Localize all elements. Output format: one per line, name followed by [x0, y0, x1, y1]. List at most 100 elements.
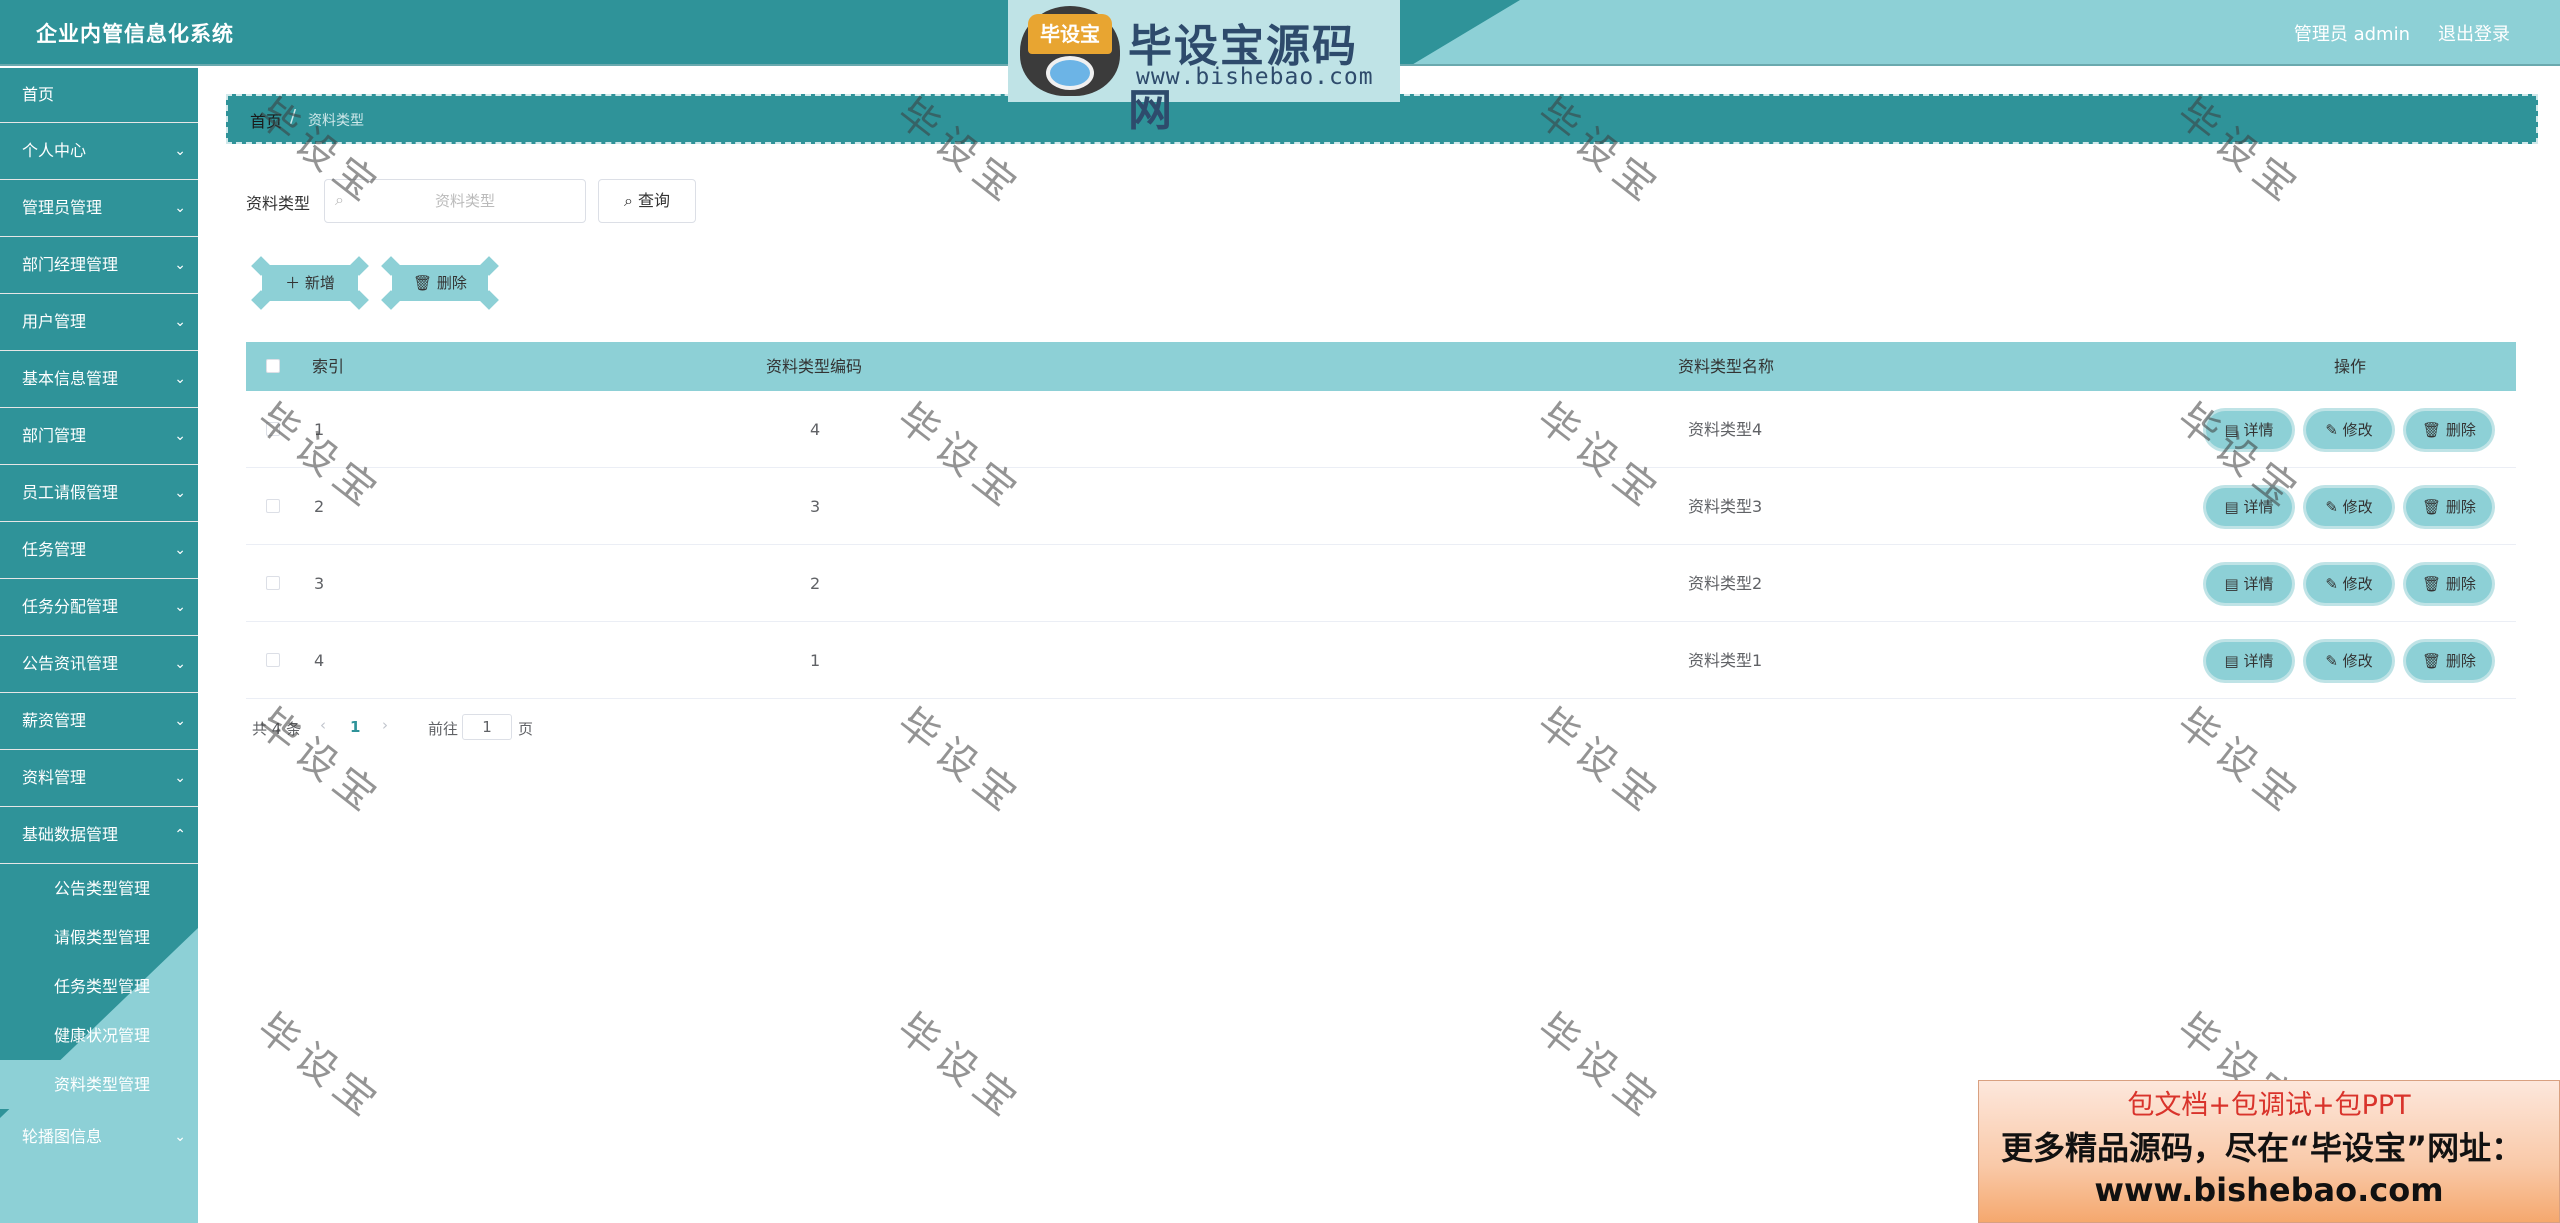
row-checkbox[interactable]: [266, 653, 280, 667]
sidebar-item-label: 基本信息管理: [22, 369, 119, 388]
chevron-down-icon: ⌄: [174, 371, 186, 387]
add-button[interactable]: ＋ 新增: [251, 256, 369, 310]
pagination-page[interactable]: 1: [350, 718, 360, 736]
edit-button[interactable]: ✎ 修改: [2306, 488, 2392, 526]
promo-line-3: www.bishebao.com: [2094, 1171, 2444, 1209]
sidebar-subitem-label: 健康状况管理: [54, 1026, 151, 1045]
chevron-right-icon[interactable]: ›: [382, 716, 388, 734]
edit-icon: ✎: [2325, 498, 2338, 516]
detail-label: 详情: [2243, 575, 2274, 593]
sidebar-item-document[interactable]: 资料管理 ⌄: [0, 750, 198, 807]
delete-label: 删除: [2445, 575, 2476, 593]
search-label: 资料类型: [246, 194, 311, 213]
sidebar-item-label: 基础数据管理: [22, 825, 119, 844]
cell-code: 3: [810, 497, 821, 516]
search-input[interactable]: [355, 180, 575, 222]
sidebar-subitem-label: 请假类型管理: [54, 928, 151, 947]
sidebar-item-label: 部门经理管理: [22, 255, 119, 274]
pagination-unit: 页: [518, 720, 534, 738]
chevron-left-icon[interactable]: ‹: [320, 716, 326, 734]
chevron-down-icon: ⌄: [174, 656, 186, 672]
trash-icon: 🗑: [2422, 575, 2442, 593]
sidebar-subitem-notice-type[interactable]: 公告类型管理: [0, 864, 198, 913]
data-table: 索引 资料类型编码 资料类型名称 操作 1 4 资料类型4 ▤ 详情 ✎ 修改 …: [246, 342, 2516, 699]
logout-link[interactable]: 退出登录: [2438, 20, 2510, 46]
sidebar-subitem-leave-type[interactable]: 请假类型管理: [0, 913, 198, 962]
sidebar-item-home[interactable]: 首页: [0, 68, 198, 123]
cell-name: 资料类型3: [1688, 497, 1763, 516]
sidebar-item-salary[interactable]: 薪资管理 ⌄: [0, 693, 198, 750]
button-decoration: [251, 290, 271, 310]
breadcrumb-current: 资料类型: [308, 113, 364, 129]
sidebar-item-label: 任务分配管理: [22, 597, 119, 616]
edit-button[interactable]: ✎ 修改: [2306, 642, 2392, 680]
breadcrumb-separator: /: [290, 106, 297, 127]
sidebar-subitem-label: 公告类型管理: [54, 879, 151, 898]
edit-icon: ✎: [2325, 575, 2338, 593]
watermark-text: 毕设宝: [1528, 1004, 1671, 1130]
sidebar-item-department[interactable]: 部门管理 ⌄: [0, 408, 198, 465]
column-header-index: 索引: [312, 357, 345, 376]
sidebar-item-task[interactable]: 任务管理 ⌄: [0, 522, 198, 579]
sidebar-subitem-document-type[interactable]: 资料类型管理: [0, 1060, 198, 1109]
breadcrumb-home[interactable]: 首页: [250, 108, 282, 132]
edit-label: 修改: [2342, 498, 2373, 516]
watermark-text: 毕设宝: [1528, 699, 1671, 825]
watermark-text: 毕设宝: [888, 699, 1031, 825]
sidebar-item-label: 首页: [22, 85, 55, 104]
cell-code: 2: [810, 574, 821, 593]
detail-button[interactable]: ▤ 详情: [2206, 642, 2292, 680]
cell-code: 4: [810, 420, 821, 439]
sidebar-item-label: 薪资管理: [22, 711, 87, 730]
delete-button[interactable]: 🗑 删除: [2406, 488, 2492, 526]
promo-line-1: 包文档+包调试+包PPT: [2127, 1090, 2411, 1121]
delete-button[interactable]: 🗑 删除: [2406, 642, 2492, 680]
chevron-down-icon: ⌄: [174, 713, 186, 729]
sidebar-item-basic-data[interactable]: 基础数据管理 ⌃: [0, 807, 198, 864]
delete-label: 删除: [2445, 421, 2476, 439]
search-icon: ⌕: [335, 190, 344, 209]
sidebar-item-label: 公告资讯管理: [22, 654, 119, 673]
detail-button[interactable]: ▤ 详情: [2206, 565, 2292, 603]
chevron-down-icon: ⌄: [174, 770, 186, 786]
document-icon: ▤: [2224, 421, 2239, 439]
sidebar-item-manager-management[interactable]: 部门经理管理 ⌄: [0, 237, 198, 294]
row-checkbox[interactable]: [266, 422, 280, 436]
logo-face-icon: [1046, 56, 1094, 90]
sidebar-subitem-health-status[interactable]: 健康状况管理: [0, 1011, 198, 1060]
add-button-label: 新增: [304, 274, 335, 292]
delete-button[interactable]: 🗑 删除: [2406, 411, 2492, 449]
query-button[interactable]: ⌕ 查询: [598, 179, 696, 223]
cell-index: 2: [314, 497, 325, 516]
row-checkbox[interactable]: [266, 576, 280, 590]
search-field[interactable]: ⌕: [324, 179, 586, 223]
cell-name: 资料类型1: [1688, 651, 1763, 670]
detail-button[interactable]: ▤ 详情: [2206, 488, 2292, 526]
cell-name: 资料类型4: [1688, 420, 1763, 439]
trash-icon: 🗑: [413, 274, 433, 292]
batch-delete-button[interactable]: 🗑 删除: [381, 256, 499, 310]
delete-button[interactable]: 🗑 删除: [2406, 565, 2492, 603]
row-checkbox[interactable]: [266, 499, 280, 513]
sidebar-subitem-task-type[interactable]: 任务类型管理: [0, 962, 198, 1011]
sidebar-item-user-management[interactable]: 用户管理 ⌄: [0, 294, 198, 351]
sidebar-item-basic-info[interactable]: 基本信息管理 ⌄: [0, 351, 198, 408]
edit-label: 修改: [2342, 575, 2373, 593]
watermark-text: 毕设宝: [248, 699, 391, 825]
detail-button[interactable]: ▤ 详情: [2206, 411, 2292, 449]
edit-button[interactable]: ✎ 修改: [2306, 565, 2392, 603]
chevron-down-icon: ⌄: [174, 428, 186, 444]
sidebar-subitem-label: 资料类型管理: [54, 1075, 151, 1094]
sidebar-item-task-assign[interactable]: 任务分配管理 ⌄: [0, 579, 198, 636]
select-all-checkbox[interactable]: [266, 359, 280, 373]
sidebar-item-label: 用户管理: [22, 312, 87, 331]
sidebar: 首页 个人中心 ⌄ 管理员管理 ⌄ 部门经理管理 ⌄ 用户管理 ⌄ 基本信息管理 ⌄ 部门…: [0, 68, 198, 1223]
cell-index: 1: [314, 420, 325, 439]
edit-button[interactable]: ✎ 修改: [2306, 411, 2392, 449]
sidebar-item-personal-center[interactable]: 个人中心 ⌄: [0, 123, 198, 180]
sidebar-item-admin-management[interactable]: 管理员管理 ⌄: [0, 180, 198, 237]
sidebar-item-news[interactable]: 公告资讯管理 ⌄: [0, 636, 198, 693]
sidebar-item-carousel[interactable]: 轮播图信息 ⌄: [0, 1109, 198, 1166]
pagination-goto-input[interactable]: [462, 714, 512, 740]
sidebar-item-leave[interactable]: 员工请假管理 ⌄: [0, 465, 198, 522]
